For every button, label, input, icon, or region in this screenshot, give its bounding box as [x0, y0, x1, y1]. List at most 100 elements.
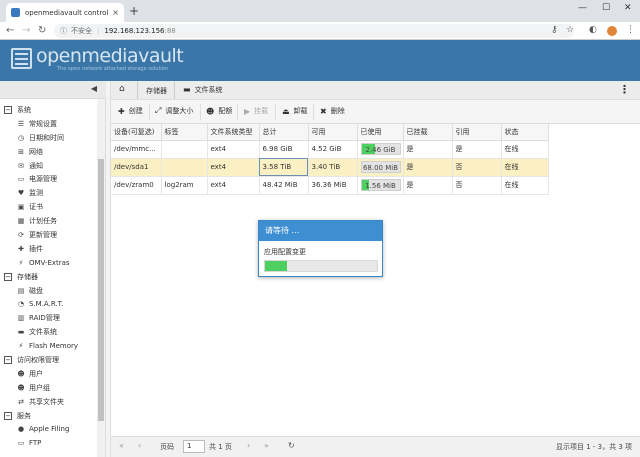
mount-button[interactable]: ▶ 挂载: [244, 106, 268, 116]
unmount-button[interactable]: ⏏ 卸载: [282, 106, 308, 116]
last-page-icon[interactable]: »: [264, 441, 269, 450]
sidebar-item-label: 更新管理: [29, 230, 57, 239]
forward-arrow-icon[interactable]: →: [22, 24, 30, 38]
column-header[interactable]: 可用: [308, 124, 358, 141]
browser-tab[interactable]: openmediavault control panel ×: [6, 3, 124, 22]
share-icon: ⇄: [18, 397, 24, 406]
column-header[interactable]: 设备(可复选): [111, 124, 162, 141]
resize-button[interactable]: ⤢ 调整大小: [155, 106, 193, 116]
sidebar-item[interactable]: ♥ 监测: [0, 186, 97, 200]
raid-icon: ▥: [17, 314, 25, 323]
breadcrumb-filesystems[interactable]: ▬ 文件系统: [183, 85, 223, 95]
sidebar-item[interactable]: ▬ 文件系统: [0, 325, 97, 339]
sidebar-item[interactable]: ▭ FTP: [0, 436, 97, 450]
sidebar-item[interactable]: ⚡ Flash Memory: [0, 339, 97, 353]
sidebar-item[interactable]: ◔ S.M.A.R.T.: [0, 297, 97, 311]
first-page-icon[interactable]: «: [119, 441, 124, 450]
minimize-icon[interactable]: —: [578, 3, 587, 13]
sidebar-group[interactable]: − 存储器: [0, 270, 97, 284]
scrollbar-thumb[interactable]: [98, 159, 104, 421]
sidebar-item[interactable]: ⚡ OMV-Extras: [0, 256, 97, 270]
home-icon[interactable]: ⌂: [119, 84, 125, 94]
star-icon[interactable]: ☆: [566, 25, 574, 35]
back-arrow-icon[interactable]: ←: [6, 24, 14, 38]
more-menu-icon[interactable]: ⋮: [619, 83, 630, 96]
usage-bar: 68.00 MiB: [360, 161, 401, 173]
sidebar-item[interactable]: ◷ 日期和时间: [0, 131, 97, 145]
cell-total: 6.98 GiB: [259, 140, 309, 159]
avatar[interactable]: [607, 26, 617, 36]
sidebar-item[interactable]: ▣ 证书: [0, 200, 97, 214]
sidebar-item[interactable]: ✚ 插件: [0, 242, 97, 256]
sidebar-item[interactable]: ☻ 用户: [0, 367, 97, 381]
window-close-icon[interactable]: ✕: [624, 3, 632, 13]
delete-button[interactable]: ✖ 删除: [320, 106, 345, 116]
certificate-icon: ▣: [17, 203, 25, 212]
collapse-left-icon[interactable]: ◀: [91, 84, 97, 93]
sidebar-item-label: 文件系统: [29, 328, 57, 337]
sidebar-item[interactable]: ▦ 计划任务: [0, 214, 97, 228]
key-icon[interactable]: ⚷: [551, 25, 558, 35]
maximize-icon[interactable]: ☐: [602, 3, 610, 13]
sidebar-item-label: 日期和时间: [29, 133, 64, 142]
collapse-icon[interactable]: −: [4, 355, 12, 364]
collapse-icon[interactable]: −: [4, 411, 12, 420]
play-icon: ▶: [244, 106, 251, 116]
collapse-icon[interactable]: −: [4, 272, 12, 281]
collapse-icon[interactable]: −: [4, 105, 12, 114]
column-header[interactable]: 总计: [259, 124, 309, 141]
usage-text: 1.56 MiB: [365, 182, 396, 190]
cell-label: [161, 140, 208, 159]
new-tab-button[interactable]: +: [129, 4, 139, 18]
refresh-icon[interactable]: ↻: [288, 441, 295, 450]
url-field[interactable]: ⓘ 不安全 | 192.168.123.156 :88: [54, 24, 574, 38]
sidebar-item[interactable]: ● Apple Filing: [0, 422, 97, 436]
omv-favicon-icon: [11, 8, 20, 17]
prev-page-icon[interactable]: ‹: [138, 441, 141, 450]
network-icon: ⊞: [18, 147, 24, 156]
column-header[interactable]: 引用: [452, 124, 502, 141]
tab-close-icon[interactable]: ×: [112, 8, 119, 17]
sidebar-item[interactable]: ▤ 磁盘: [0, 284, 97, 298]
resize-icon: ⤢: [155, 106, 162, 115]
column-header[interactable]: 已挂载: [403, 124, 453, 141]
sidebar-group[interactable]: − 系统: [0, 103, 97, 117]
column-header[interactable]: 已使用: [357, 124, 404, 141]
delete-label: 删除: [330, 107, 345, 115]
dialog-title: 请等待 ...: [259, 221, 382, 241]
ftp-icon: ▭: [17, 439, 25, 448]
sidebar-item[interactable]: ✉ 通知: [0, 159, 97, 173]
info-icon[interactable]: ⓘ: [60, 26, 67, 36]
sidebar-item[interactable]: ☻ 用户组: [0, 381, 97, 395]
sidebar-item[interactable]: ⇄ 共享文件夹: [0, 395, 97, 409]
quota-button[interactable]: ☻ 配额: [206, 106, 232, 116]
sidebar-group[interactable]: − 服务: [0, 409, 97, 423]
table-row[interactable]: /dev/zram0 log2ram ext4 48.42 MiB 36.36 MiB 1…: [111, 176, 549, 195]
breadcrumb-storage[interactable]: 存储器: [146, 86, 167, 96]
cell-used: 2.46 GiB: [357, 140, 404, 159]
column-header[interactable]: 标签: [161, 124, 208, 141]
column-header[interactable]: 状态: [501, 124, 549, 141]
sidebar-group[interactable]: − 访问权限管理: [0, 353, 97, 367]
table-row[interactable]: /dev/mmc... ext4 6.98 GiB 4.52 GiB 2.46 GiB 是…: [111, 140, 549, 159]
sidebar-item-label: FTP: [29, 439, 42, 448]
sidebar-item[interactable]: ⊞ 网络: [0, 145, 97, 159]
sidebar-item[interactable]: ▥ RAID管理: [0, 311, 97, 325]
reload-icon[interactable]: ↻: [38, 24, 46, 38]
extension-icon[interactable]: ◐: [589, 25, 597, 35]
create-button[interactable]: ✚ 创建: [118, 106, 143, 116]
sidebar-item[interactable]: ▭ 电源管理: [0, 172, 97, 186]
table-row[interactable]: /dev/sda1 ext4 3.58 TiB 3.40 TiB 68.00 MiB 是否…: [111, 158, 549, 177]
cell-used: 68.00 MiB: [357, 158, 404, 177]
browser-menu-icon[interactable]: ⋮: [626, 25, 635, 35]
cell-mounted: 是: [403, 140, 453, 159]
omv-logo-icon: [11, 48, 32, 69]
column-header[interactable]: 文件系统类型: [207, 124, 260, 141]
sidebar-scrollbar[interactable]: [97, 99, 105, 457]
sidebar-item[interactable]: ☰ 常规设置: [0, 117, 97, 131]
app-logo-subtitle: The open network attached storage soluti…: [57, 66, 169, 72]
sidebar-item[interactable]: ⟳ 更新管理: [0, 228, 97, 242]
next-page-icon[interactable]: ›: [247, 441, 250, 450]
page-number-input[interactable]: 1: [183, 440, 205, 453]
plus-icon: ✚: [118, 106, 125, 116]
